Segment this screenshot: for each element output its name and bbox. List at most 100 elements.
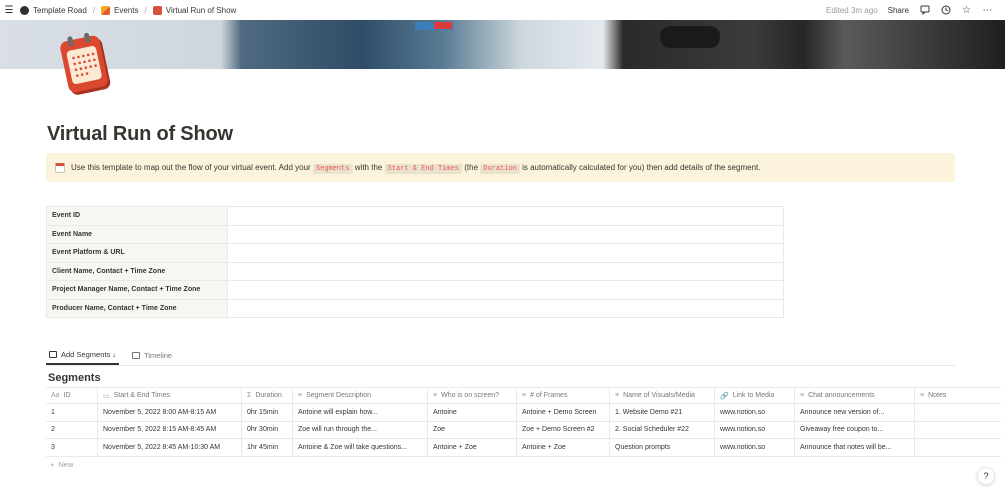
more-options-icon[interactable]: ⋯ (982, 5, 993, 16)
column-type-icon: ≡ (920, 392, 925, 399)
page-calendar-icon[interactable] (59, 32, 109, 96)
table-cell[interactable]: Announce that notes will be... (795, 439, 915, 456)
table-row: Producer Name, Contact + Time Zone (46, 298, 784, 318)
column-header-label: Chat announcements (808, 392, 875, 399)
column-header-label: Who is on screen? (441, 392, 500, 399)
table-row[interactable]: 2 November 5, 2022 8:15 AM-8:45 AM 0hr 30m… (46, 421, 1001, 439)
table-cell[interactable]: 1hr 45min (242, 439, 293, 456)
table-cell[interactable]: www.notion.so (715, 421, 795, 438)
callout-block[interactable]: Use this template to map out the flow of… (46, 153, 955, 182)
table-cell[interactable]: 3 (46, 439, 98, 456)
row-value-cell[interactable] (227, 206, 784, 226)
column-type-icon: Σ (247, 392, 252, 399)
table-cell[interactable]: November 5, 2022 8:00 AM-8:15 AM (98, 404, 242, 421)
help-button[interactable]: ? (977, 467, 995, 485)
column-type-icon: 🔗 (720, 392, 729, 400)
column-header[interactable]: ▭ Start & End Times (98, 388, 242, 403)
column-header[interactable]: 🔗 Link to Media (715, 388, 795, 403)
table-cell[interactable]: 1 (46, 404, 98, 421)
table-cell[interactable]: Announce new version of... (795, 404, 915, 421)
column-header[interactable]: ≡ Notes (915, 388, 1001, 403)
table-cell[interactable]: 1. Website Demo #21 (610, 404, 715, 421)
column-header[interactable]: ≡ Who is on screen? (428, 388, 517, 403)
breadcrumb-item-current[interactable]: Virtual Run of Show (151, 5, 239, 15)
add-new-row-button[interactable]: + New (50, 460, 73, 469)
table-cell[interactable]: Antoine will explain how... (293, 404, 428, 421)
column-header[interactable]: ≡ Chat announcements (795, 388, 915, 403)
favorite-star-icon[interactable]: ☆ (961, 5, 972, 16)
table-cell[interactable]: Antoine (428, 404, 517, 421)
inline-code-segments: Segments (312, 163, 353, 174)
table-cell[interactable]: Antoine + Demo Screen (517, 404, 610, 421)
calendar-icon (55, 162, 65, 173)
column-header[interactable]: ≡ Segment Description (293, 388, 428, 403)
row-value-cell[interactable] (227, 298, 784, 318)
column-header-label: Notes (928, 392, 947, 399)
column-type-icon: ≡ (800, 392, 805, 399)
table-cell[interactable] (915, 404, 1001, 421)
table-cell[interactable]: November 5, 2022 8:15 AM-8:45 AM (98, 421, 242, 438)
column-header[interactable]: ≡ # of Frames (517, 388, 610, 403)
comments-icon[interactable] (919, 5, 930, 16)
table-cell[interactable]: 2. Social Scheduler #22 (610, 421, 715, 438)
table-row[interactable]: 3 November 5, 2022 8:45 AM-10:30 AM 1hr 45… (46, 439, 1001, 457)
history-icon[interactable] (940, 5, 951, 16)
table-cell[interactable]: www.notion.so (715, 439, 795, 456)
tab-timeline[interactable]: Timeline (129, 346, 175, 365)
table-header-row: Aa ID ▭ Start & End Times Σ Duration ≡ Segment … (46, 387, 1001, 404)
column-header-label: ID (63, 392, 71, 399)
row-value-cell[interactable] (227, 224, 784, 244)
breadcrumb-item-template-road[interactable]: Template Road (18, 5, 89, 15)
event-info-table: Event ID Event Name Event Platform & URL… (46, 206, 784, 318)
table-cell[interactable]: Question prompts (610, 439, 715, 456)
breadcrumb-item-events[interactable]: Events (99, 5, 140, 15)
column-type-icon: ≡ (615, 392, 620, 399)
menu-icon[interactable]: ☰ (0, 5, 18, 16)
row-label: Event Platform & URL (46, 243, 228, 263)
table-cell[interactable]: Antoine + Zoe (517, 439, 610, 456)
breadcrumb-separator: / (92, 5, 96, 15)
table-row[interactable]: 1 November 5, 2022 8:00 AM-8:15 AM 0hr 15m… (46, 404, 1001, 422)
database-title[interactable]: Segments (48, 372, 101, 384)
column-header-label: Segment Description (306, 392, 372, 399)
table-cell[interactable]: Giveaway free coupon to... (795, 421, 915, 438)
edited-timestamp: Edited 3m ago (826, 5, 878, 15)
page-title[interactable]: Virtual Run of Show (47, 123, 233, 146)
column-header[interactable]: Aa ID (46, 388, 98, 403)
column-type-icon: ≡ (433, 392, 438, 399)
table-row: Event Name (46, 224, 784, 244)
row-label: Client Name, Contact + Time Zone (46, 261, 228, 281)
table-cell[interactable]: Antoine & Zoe will take questions... (293, 439, 428, 456)
column-header-label: Link to Media (732, 392, 775, 399)
table-cell[interactable]: November 5, 2022 8:45 AM-10:30 AM (98, 439, 242, 456)
column-header[interactable]: Σ Duration (242, 388, 293, 403)
table-cell[interactable]: 0hr 15min (242, 404, 293, 421)
plus-icon: + (50, 460, 55, 469)
table-cell[interactable] (915, 439, 1001, 456)
inline-code-duration: Duration (480, 163, 520, 174)
column-header-label: Name of Visuals/Media (623, 392, 695, 399)
row-value-cell[interactable] (227, 261, 784, 281)
column-header-label: # of Frames (530, 392, 568, 399)
view-tabs: Add Segments ↓ Timeline (46, 346, 955, 366)
table-row: Client Name, Contact + Time Zone (46, 261, 784, 281)
breadcrumb-separator: / (144, 5, 147, 15)
table-cell[interactable]: www.notion.so (715, 404, 795, 421)
table-cell[interactable]: Zoe will run through the... (293, 421, 428, 438)
share-button[interactable]: Share (888, 6, 909, 15)
column-header[interactable]: ≡ Name of Visuals/Media (610, 388, 715, 403)
row-value-cell[interactable] (227, 280, 784, 300)
column-header-label: Start & End Times (113, 392, 171, 399)
row-value-cell[interactable] (227, 243, 784, 263)
table-cell[interactable]: Zoe (428, 421, 517, 438)
row-label: Project Manager Name, Contact + Time Zon… (46, 280, 228, 300)
segments-table: Aa ID ▭ Start & End Times Σ Duration ≡ Segment … (46, 387, 1001, 457)
table-view-icon (49, 351, 57, 358)
tab-add-segments[interactable]: Add Segments ↓ (46, 346, 120, 365)
table-cell[interactable]: Zoe + Demo Screen #2 (517, 421, 610, 438)
table-cell[interactable]: Antoine + Zoe (428, 439, 517, 456)
table-cell[interactable] (915, 422, 1001, 439)
table-cell[interactable]: 2 (46, 421, 98, 438)
topbar-actions: Edited 3m ago Share ☆ ⋯ (826, 0, 993, 20)
table-cell[interactable]: 0hr 30min (242, 421, 293, 438)
